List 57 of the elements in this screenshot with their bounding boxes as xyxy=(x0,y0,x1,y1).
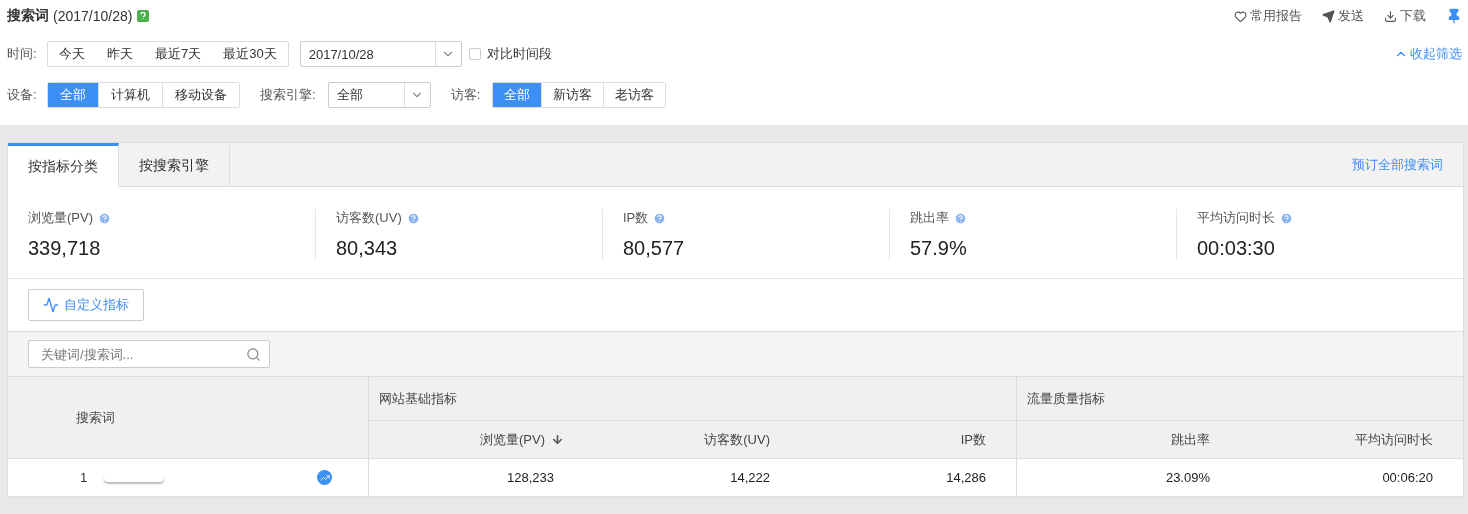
column-header: 搜索词 xyxy=(8,377,368,459)
header-action-link[interactable]: 发送 xyxy=(1322,7,1364,25)
filter-label: 搜索引擎: xyxy=(260,86,316,104)
table-cell: 128,233 xyxy=(368,459,584,497)
pin-icon[interactable] xyxy=(1446,8,1462,24)
metric-value: 339,718 xyxy=(28,237,102,260)
redacted-keyword xyxy=(104,473,164,482)
table-cell: 14,286 xyxy=(800,459,1016,497)
metric-value: 00:03:30 xyxy=(1197,237,1276,260)
filter-option[interactable]: 移动设备 xyxy=(162,83,239,107)
search-icon[interactable] xyxy=(246,346,261,362)
column-group-header: 网站基础指标 xyxy=(368,377,1016,421)
checkbox-label: 对比时间段 xyxy=(486,45,552,63)
sort-icon[interactable] xyxy=(551,433,564,446)
report-date: (2017/10/28) xyxy=(53,8,133,24)
metric-label: 浏览量(PV) xyxy=(28,209,93,227)
header-action-link[interactable]: 常用报告 xyxy=(1234,7,1302,25)
filter-label: 时间: xyxy=(7,45,38,63)
metric-label: IP数 xyxy=(623,209,649,227)
column-header[interactable]: 浏览量(PV) xyxy=(368,421,584,459)
help-icon[interactable] xyxy=(406,211,420,225)
metric-label: 访客数(UV) xyxy=(336,209,402,227)
table-cell: 14,222 xyxy=(584,459,800,497)
help-icon[interactable] xyxy=(653,211,667,225)
help-icon[interactable] xyxy=(137,10,150,22)
trend-icon[interactable] xyxy=(317,470,332,485)
collapse-filter-link[interactable]: 收起筛选 xyxy=(1394,45,1462,63)
table-cell: 00:06:20 xyxy=(1240,459,1463,497)
filter-label: 设备: xyxy=(7,86,38,104)
column-header[interactable]: IP数 xyxy=(800,421,1016,459)
engine-select[interactable]: 全部 xyxy=(327,82,431,108)
help-icon[interactable] xyxy=(1280,211,1293,225)
metric-value: 80,343 xyxy=(336,237,399,260)
help-icon[interactable] xyxy=(98,211,111,225)
table-cell: 23.09% xyxy=(1016,459,1240,497)
header-action-link[interactable]: 下载 xyxy=(1384,7,1426,25)
metric-label: 平均访问时长 xyxy=(1197,209,1275,227)
column-header[interactable]: 访客数(UV) xyxy=(584,421,800,459)
heart-icon xyxy=(1234,9,1247,23)
date-select[interactable]: 2017/10/28 xyxy=(299,41,462,67)
column-header[interactable]: 平均访问时长 xyxy=(1240,421,1463,459)
send-icon xyxy=(1322,9,1335,23)
rank-cell-text: 1 xyxy=(80,470,89,485)
metric-value: 80,577 xyxy=(623,237,686,260)
metric-label: 跳出率 xyxy=(910,209,949,227)
filter-option[interactable]: 老访客 xyxy=(603,83,666,107)
page-title: 搜索词 xyxy=(7,7,49,25)
help-icon[interactable] xyxy=(954,211,967,225)
search-field[interactable]: 关键词/搜索词... xyxy=(28,340,270,368)
column-group-header: 流量质量指标 xyxy=(1016,377,1463,421)
pulse-icon xyxy=(43,297,59,313)
filter-label: 访客: xyxy=(450,86,481,104)
tab[interactable]: 按指标分类 xyxy=(8,143,119,187)
compare-checkbox[interactable] xyxy=(468,48,481,60)
column-header[interactable]: 跳出率 xyxy=(1016,421,1240,459)
download-icon xyxy=(1384,9,1397,23)
metric-value: 57.9% xyxy=(910,237,968,260)
